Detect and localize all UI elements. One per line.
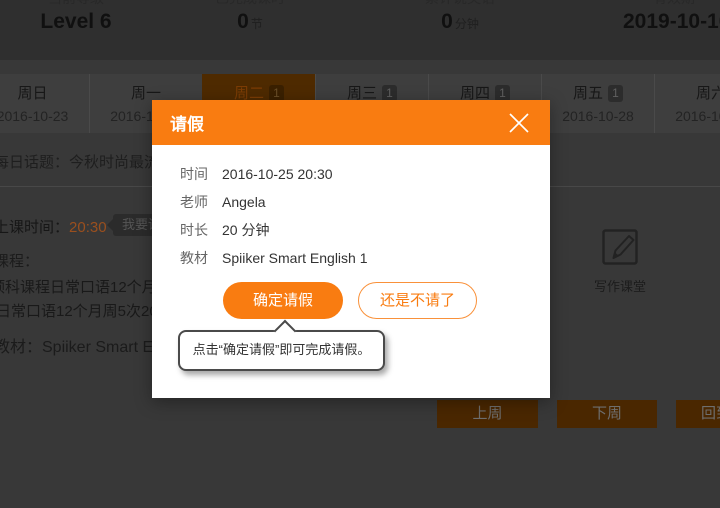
next-week-button[interactable]: 下周 xyxy=(557,400,657,428)
modal-body: 时间 2016-10-25 20:30 老师 Angela 时长 20 分钟 教… xyxy=(152,145,550,266)
back-to-this-week-button[interactable]: 回到本周 xyxy=(676,400,720,428)
modal-header: 请假 xyxy=(152,100,550,145)
row-value: 2016-10-25 20:30 xyxy=(222,166,333,182)
day-date: 2016-10-29 xyxy=(655,108,720,124)
stat-speaking-minutes: 累计说英语 0分钟 xyxy=(400,0,520,34)
day-name: 周日 xyxy=(17,82,47,103)
leave-request-modal: 请假 时间 2016-10-25 20:30 老师 Angela 时长 20 分… xyxy=(152,100,550,398)
row-value: Angela xyxy=(222,194,266,210)
modal-row-duration: 时长 20 分钟 xyxy=(180,222,550,238)
class-time-value: 20:30 xyxy=(69,219,107,236)
row-label: 老师 xyxy=(180,194,222,210)
day-date: 2016-10-23 xyxy=(0,108,89,124)
modal-row-teacher: 老师 Angela xyxy=(180,194,550,210)
course-line: 日常口语12个月周5次20分 xyxy=(0,300,173,321)
class-time: 上课时间：20:30 xyxy=(0,216,107,237)
modal-title: 请假 xyxy=(170,110,204,135)
day-name: 周六 xyxy=(696,82,720,103)
stat-value: 0节 xyxy=(190,10,310,34)
stat-label: 累计说英语 xyxy=(400,0,520,5)
row-value: Spiiker Smart English 1 xyxy=(222,250,368,266)
close-icon[interactable] xyxy=(506,110,532,136)
class-time-label: 上课时间： xyxy=(0,219,69,236)
course-line: 预科课程日常口语12个月 xyxy=(0,276,157,297)
stat-unit: 节 xyxy=(251,17,263,31)
stat-label: 已完成课时 xyxy=(190,0,310,5)
tab-saturday[interactable]: 周六 2016-10-29 xyxy=(654,74,720,133)
confirm-tooltip: 点击“确定请假”即可完成请假。 xyxy=(178,330,385,371)
stat-current-level: 当前等级 Level 6 xyxy=(16,0,136,34)
row-label: 时间 xyxy=(180,166,222,182)
day-date: 2016-10-28 xyxy=(542,108,654,124)
stat-unit: 分钟 xyxy=(455,17,479,31)
lesson-count-badge: 1 xyxy=(608,85,623,102)
tab-sunday[interactable]: 周日 2016-10-23 xyxy=(0,74,89,133)
writing-class-label: 写作课堂 xyxy=(594,276,646,295)
stat-completed-lessons: 已完成课时 0节 xyxy=(190,0,310,34)
row-label: 教材 xyxy=(180,250,222,266)
modal-row-material: 教材 Spiiker Smart English 1 xyxy=(180,250,550,266)
stats-bar: 当前等级 Level 6 已完成课时 0节 累计说英语 0分钟 有效期 2019… xyxy=(0,0,720,60)
row-label: 时长 xyxy=(180,222,222,238)
row-value: 20 分钟 xyxy=(222,222,269,238)
writing-class-entry[interactable]: 写作课堂 xyxy=(594,228,646,295)
stat-label: 有效期 xyxy=(653,0,720,5)
course-label: 课程： xyxy=(0,250,39,271)
cancel-leave-button[interactable]: 还是不请了 xyxy=(358,282,477,319)
confirm-leave-button[interactable]: 确定请假 xyxy=(223,282,343,319)
tab-friday[interactable]: 周五 1 2016-10-28 xyxy=(541,74,654,133)
stat-value: 2019-10-10 xyxy=(623,10,720,34)
day-name: 周五 xyxy=(573,82,603,103)
stat-value: Level 6 xyxy=(16,10,136,34)
pencil-square-icon xyxy=(601,253,639,270)
stat-valid-until: 有效期 2019-10-10 xyxy=(623,0,720,34)
stat-value: 0分钟 xyxy=(400,10,520,34)
modal-row-time: 时间 2016-10-25 20:30 xyxy=(180,166,550,182)
prev-week-button[interactable]: 上周 xyxy=(437,400,538,428)
stat-label: 当前等级 xyxy=(16,0,136,5)
